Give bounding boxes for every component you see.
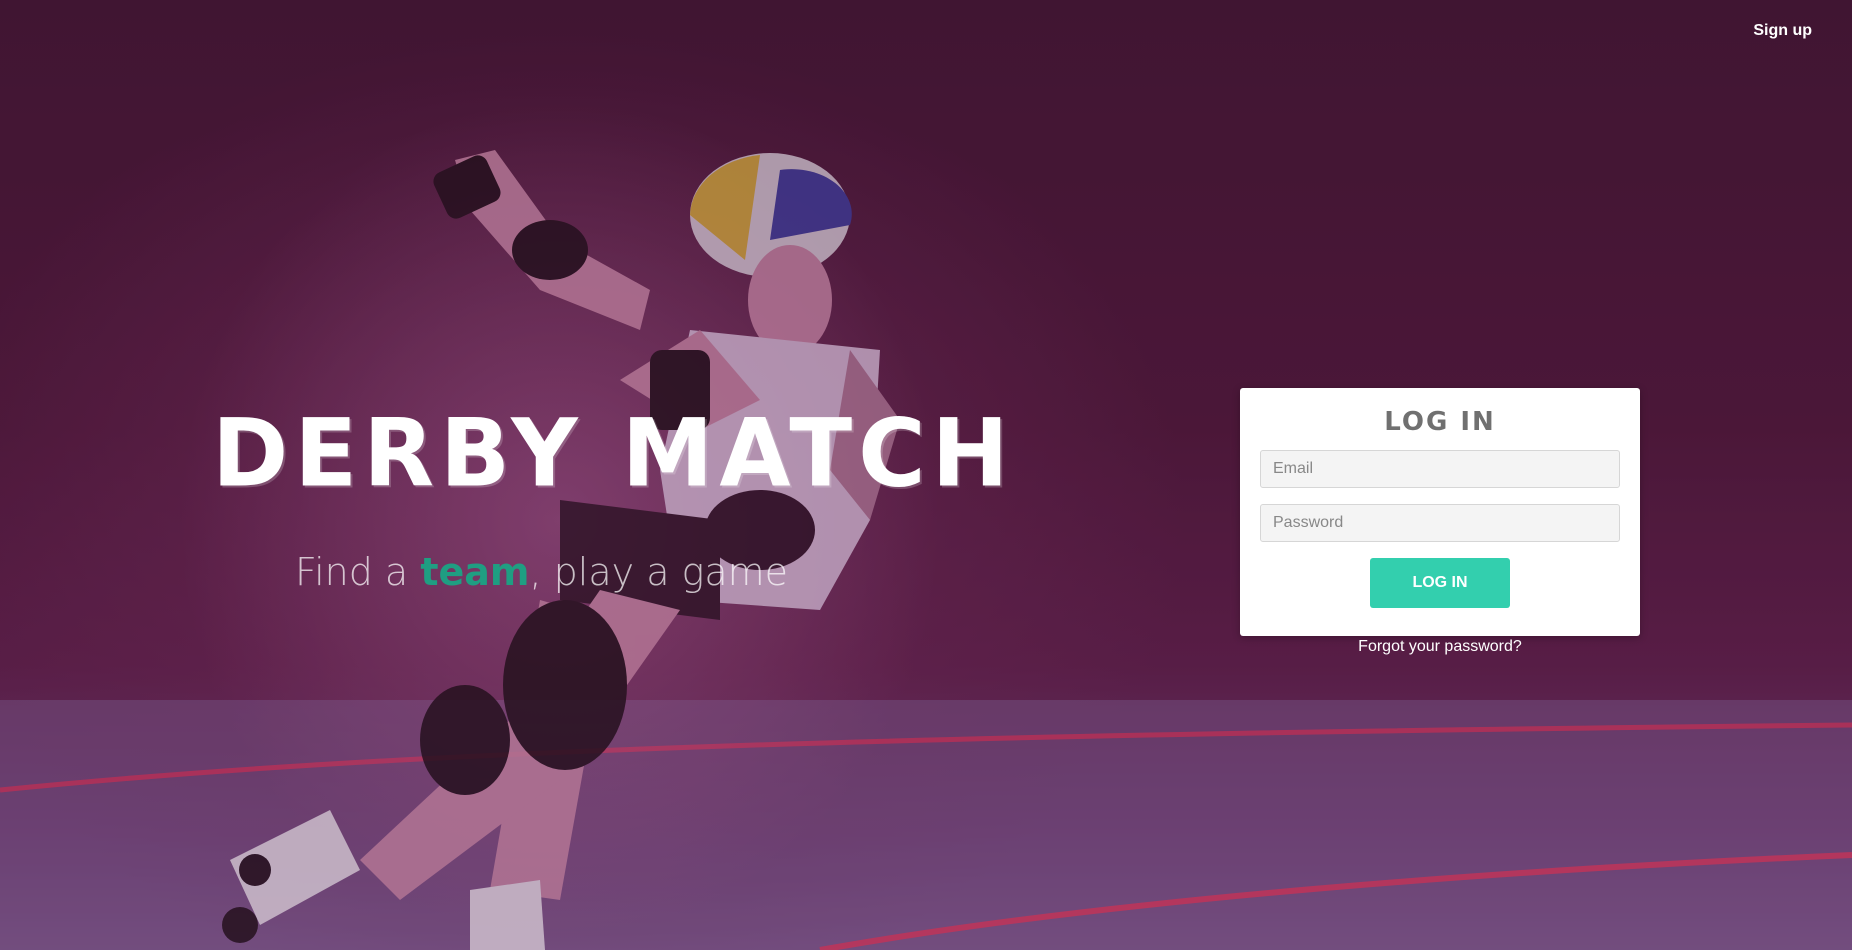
login-page: Sign up DERBY MATCH Find a team, play a … bbox=[0, 0, 1852, 950]
hero-subtitle-before: Find a bbox=[295, 550, 421, 594]
signup-link[interactable]: Sign up bbox=[1753, 22, 1812, 40]
login-button[interactable]: LOG IN bbox=[1370, 558, 1510, 608]
hero-subtitle-after: , play a game bbox=[529, 550, 789, 594]
email-input[interactable] bbox=[1260, 450, 1620, 488]
forgot-password-link[interactable]: Forgot your password? bbox=[1240, 638, 1640, 656]
login-card: LOG IN LOG IN bbox=[1240, 388, 1640, 636]
hero-title: DERBY MATCH bbox=[212, 398, 1015, 509]
hero-subtitle-highlight: team bbox=[420, 550, 530, 594]
login-heading: LOG IN bbox=[1384, 407, 1496, 437]
hero-subtitle: Find a team, play a game bbox=[295, 550, 788, 594]
password-input[interactable] bbox=[1260, 504, 1620, 542]
